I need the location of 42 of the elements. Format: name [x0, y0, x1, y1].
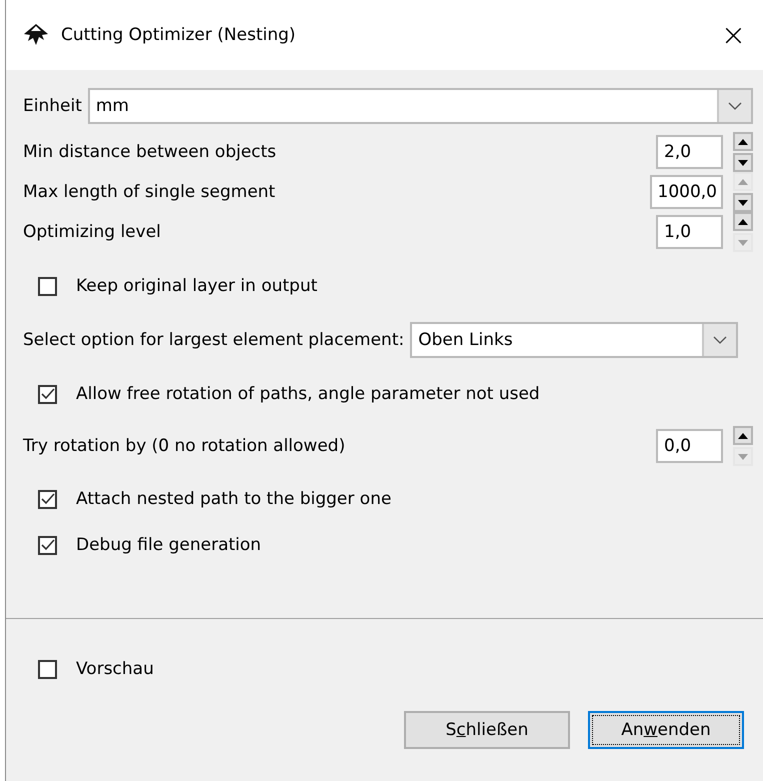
checkbox[interactable] — [38, 276, 57, 296]
up-arrow-icon — [738, 218, 748, 224]
down-arrow-icon — [738, 454, 748, 460]
decrement-button[interactable] — [733, 153, 753, 172]
field-label: Optimizing level — [23, 222, 161, 242]
checkbox[interactable] — [38, 536, 57, 554]
checkbox-label: Vorschau — [76, 659, 154, 679]
unit-dropdown[interactable]: mm — [88, 88, 753, 124]
checkbox[interactable] — [38, 490, 57, 508]
number-field[interactable]: 1,0 — [656, 215, 723, 249]
dialog-button[interactable]: Schließen — [404, 711, 570, 749]
increment-button[interactable] — [733, 426, 753, 445]
down-arrow-icon — [738, 240, 748, 246]
increment-button[interactable] — [733, 132, 753, 151]
chevron-down-icon — [728, 102, 742, 110]
dialog-button[interactable]: Anwenden — [588, 711, 744, 749]
number-field[interactable]: 0,0 — [656, 429, 723, 463]
field-label: Max length of single segment — [23, 182, 276, 202]
decrement-button[interactable] — [733, 193, 753, 212]
checkbox[interactable] — [38, 660, 57, 678]
chevron-down-icon — [713, 336, 728, 344]
number-field[interactable]: 2,0 — [656, 135, 723, 169]
field-label: Try rotation by (0 no rotation allowed) — [23, 436, 346, 456]
down-arrow-icon — [738, 160, 748, 166]
field-label: Min distance between objects — [23, 142, 276, 162]
checkbox[interactable] — [38, 384, 57, 404]
checkbox-label: Keep original layer in output — [76, 276, 318, 296]
field-label: Einheit — [23, 96, 82, 116]
close-button[interactable]: × — [716, 18, 750, 52]
window-title: Cutting Optimizer (Nesting) — [61, 25, 297, 45]
field-label: Select option for largest element placement: — [23, 330, 404, 350]
up-arrow-icon — [738, 178, 748, 184]
down-arrow-icon — [738, 200, 748, 206]
up-arrow-icon — [738, 138, 748, 144]
increment-button[interactable] — [733, 212, 753, 231]
checkbox-label: Attach nested path to the bigger one — [76, 489, 392, 509]
checkbox-label: Allow free rotation of paths, angle parameter not used — [76, 384, 540, 404]
number-field[interactable]: 1000,0 — [650, 175, 723, 209]
up-arrow-icon — [738, 432, 748, 438]
placement-dropdown[interactable]: Oben Links — [410, 322, 738, 358]
checkbox-label: Debug file generation — [76, 535, 262, 555]
app-logo-icon — [23, 23, 49, 47]
